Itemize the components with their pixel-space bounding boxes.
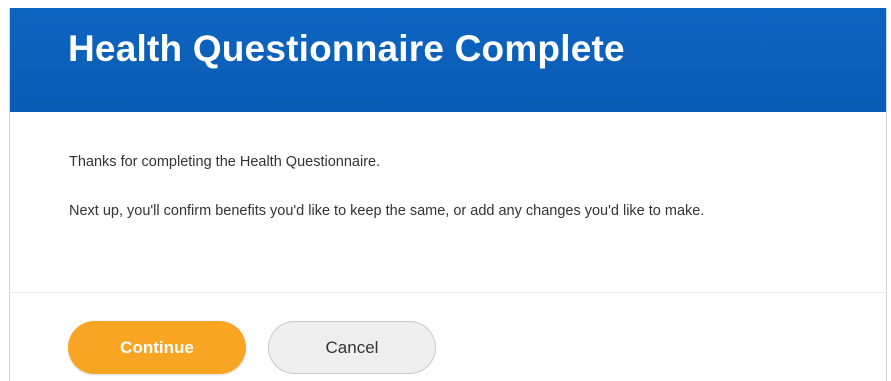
- thanks-message: Thanks for completing the Health Questio…: [69, 154, 381, 170]
- footer-divider: [10, 292, 886, 293]
- cancel-button[interactable]: Cancel: [268, 321, 436, 374]
- next-steps-message: Next up, you'll confirm benefits you'd l…: [69, 203, 705, 219]
- questionnaire-complete-dialog: Health Questionnaire Complete Thanks for…: [9, 8, 887, 381]
- dialog-header: Health Questionnaire Complete: [10, 8, 886, 112]
- dialog-title: Health Questionnaire Complete: [68, 28, 625, 69]
- continue-button[interactable]: Continue: [68, 321, 246, 374]
